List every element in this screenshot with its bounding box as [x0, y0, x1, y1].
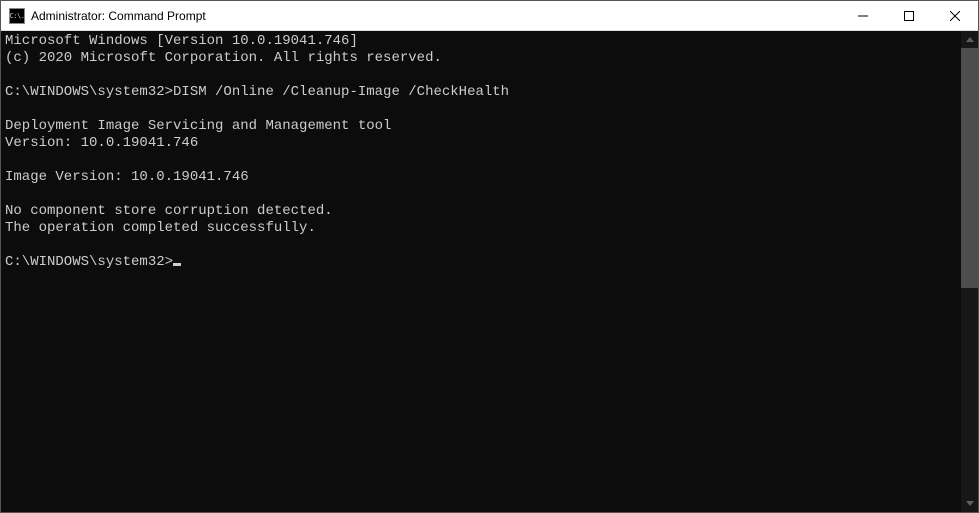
console-line: Deployment Image Servicing and Managemen… — [5, 118, 391, 134]
close-button[interactable] — [932, 1, 978, 30]
close-icon — [950, 11, 960, 21]
console-line: Version: 10.0.19041.746 — [5, 135, 198, 151]
scroll-track[interactable] — [961, 48, 978, 495]
scroll-thumb[interactable] — [961, 48, 978, 288]
scrollbar[interactable] — [961, 31, 978, 512]
scroll-down-arrow-icon[interactable] — [961, 495, 978, 512]
window-title: Administrator: Command Prompt — [31, 9, 840, 23]
console-wrapper: Microsoft Windows [Version 10.0.19041.74… — [1, 31, 978, 512]
console-line: The operation completed successfully. — [5, 220, 316, 236]
scroll-up-arrow-icon[interactable] — [961, 31, 978, 48]
window-controls — [840, 1, 978, 30]
console-output[interactable]: Microsoft Windows [Version 10.0.19041.74… — [1, 31, 961, 512]
console-line: Image Version: 10.0.19041.746 — [5, 169, 249, 185]
console-line: C:\WINDOWS\system32> — [5, 254, 173, 270]
minimize-icon — [858, 11, 868, 21]
console-line: C:\WINDOWS\system32>DISM /Online /Cleanu… — [5, 84, 509, 100]
console-line: No component store corruption detected. — [5, 203, 333, 219]
titlebar[interactable]: C:\. Administrator: Command Prompt — [1, 1, 978, 31]
minimize-button[interactable] — [840, 1, 886, 30]
maximize-icon — [904, 11, 914, 21]
cmd-icon: C:\. — [9, 8, 25, 24]
cursor — [173, 263, 181, 266]
console-line: (c) 2020 Microsoft Corporation. All righ… — [5, 50, 442, 66]
console-line: Microsoft Windows [Version 10.0.19041.74… — [5, 33, 358, 49]
maximize-button[interactable] — [886, 1, 932, 30]
